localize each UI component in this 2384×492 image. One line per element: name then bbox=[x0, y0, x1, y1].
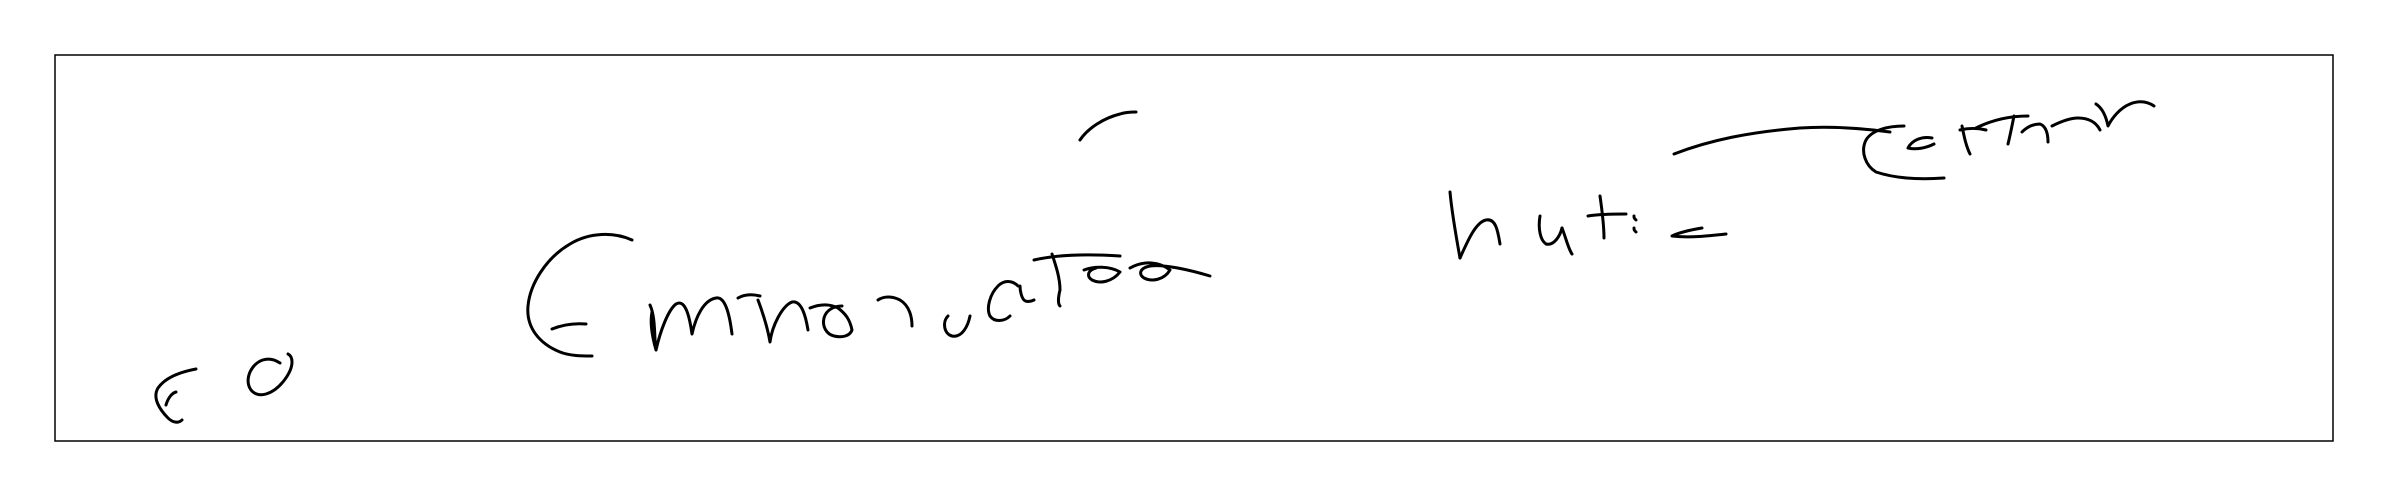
canvas-border bbox=[54, 54, 2334, 442]
handwritten-word-1 bbox=[154, 352, 294, 424]
handwritten-word-2 bbox=[526, 110, 1212, 358]
handwriting-canvas: so Emnendetee hut: cetilr bbox=[0, 0, 2384, 492]
handwriting-ink bbox=[54, 54, 2334, 442]
handwritten-word-3 bbox=[1448, 190, 1728, 260]
handwritten-word-4 bbox=[1672, 100, 2156, 181]
